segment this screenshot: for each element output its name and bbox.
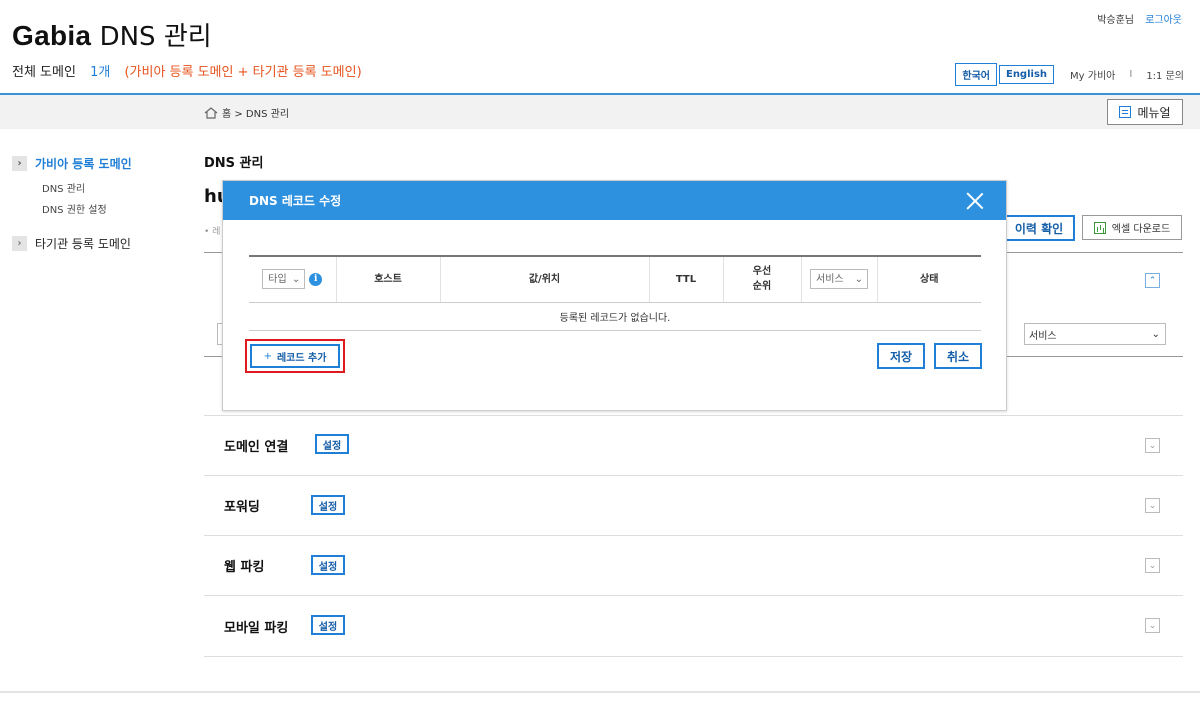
site-logo[interactable]: Gabia DNS 관리 xyxy=(12,16,212,53)
logout-link[interactable]: 로그아웃 xyxy=(1145,15,1182,26)
chevron-down-icon: ⌄ xyxy=(291,273,301,285)
chevron-down-icon[interactable]: ⌄ xyxy=(1145,498,1160,513)
manual-label: 메뉴얼 xyxy=(1137,105,1171,120)
service-select[interactable]: 서비스 ⌄ xyxy=(1024,323,1166,345)
my-gabia-link[interactable]: My 가비아 xyxy=(1070,67,1115,82)
section-mobile-parking-title: 모바일 파킹 xyxy=(224,621,289,636)
excel-download-button[interactable]: 엑셀 다운로드 xyxy=(1082,215,1182,240)
service-filter-select[interactable]: 서비스 ⌄ xyxy=(810,269,868,290)
lang-korean-button[interactable]: 한국어 xyxy=(955,63,997,86)
priority-label-line2: 순위 xyxy=(752,281,772,293)
inquiry-link[interactable]: 1:1 문의 xyxy=(1146,67,1184,82)
cancel-button[interactable]: 취소 xyxy=(934,343,982,369)
link-separator: I xyxy=(1129,69,1133,80)
column-priority: 우선 순위 xyxy=(723,256,802,303)
chevron-down-icon[interactable]: ⌄ xyxy=(1145,558,1160,573)
divider xyxy=(204,656,1183,657)
chart-icon xyxy=(1093,221,1106,234)
type-select-value: 타입 xyxy=(268,273,287,285)
footer-divider xyxy=(0,691,1200,693)
mobile-parking-settings-button[interactable]: 설정 xyxy=(311,615,345,635)
page-title: DNS 관리 xyxy=(204,156,264,171)
domain-summary: 전체 도메인 1개 (가비아 등록 도메인 + 타기관 등록 도메인) xyxy=(12,61,362,80)
manual-button[interactable]: 메뉴얼 xyxy=(1107,99,1183,125)
info-icon[interactable]: i xyxy=(309,272,323,286)
column-service: 서비스 ⌄ xyxy=(801,256,878,303)
divider xyxy=(204,535,1183,536)
history-button[interactable]: 이력 확인 xyxy=(1003,215,1075,241)
type-select[interactable]: 타입 ⌄ xyxy=(262,269,306,290)
sidebar-item-gabia-domains[interactable]: › 가비아 등록 도메인 xyxy=(12,155,132,172)
sidebar-subitem-dns-permission[interactable]: DNS 권한 설정 xyxy=(42,201,107,216)
domain-count[interactable]: 1개 xyxy=(90,65,110,80)
divider xyxy=(204,595,1183,596)
service-select-value: 서비스 xyxy=(1029,330,1057,342)
column-status: 상태 xyxy=(877,256,981,303)
sidebar-item-other-domains[interactable]: › 타기관 등록 도메인 xyxy=(12,235,131,252)
chevron-right-icon: › xyxy=(12,236,27,251)
chevron-down-icon: ⌄ xyxy=(1151,328,1160,340)
breadcrumb: 홈 > DNS 관리 xyxy=(204,105,289,120)
table-header-row: 타입 ⌄ i 호스트 값/위치 TTL 우선 순위 서비스 ⌄ 상태 xyxy=(249,256,981,303)
document-icon xyxy=(1119,106,1132,118)
save-button[interactable]: 저장 xyxy=(877,343,925,369)
sidebar-subitem-dns-manage[interactable]: DNS 관리 xyxy=(42,180,85,195)
top-links: 한국어 English My 가비아 I 1:1 문의 xyxy=(955,63,1184,86)
add-record-button[interactable]: + 레코드 추가 xyxy=(250,344,340,368)
modal-header: DNS 레코드 수정 xyxy=(223,181,1006,220)
plus-icon: + xyxy=(263,350,272,362)
chevron-down-icon[interactable]: ⌄ xyxy=(1145,438,1160,453)
user-name: 박승훈님 xyxy=(1097,15,1134,26)
logo-brand: Gabia xyxy=(12,20,92,51)
column-host: 호스트 xyxy=(336,256,441,303)
record-note: • 레 xyxy=(204,227,221,237)
sidebar-item-label: 가비아 등록 도메인 xyxy=(35,157,132,171)
column-type: 타입 ⌄ i xyxy=(249,256,337,303)
chevron-down-icon[interactable]: ⌄ xyxy=(1145,618,1160,633)
home-icon[interactable] xyxy=(204,106,218,119)
record-table: 타입 ⌄ i 호스트 값/위치 TTL 우선 순위 서비스 ⌄ 상태 등록된 레… xyxy=(249,255,981,331)
section-domain-connect-title: 도메인 연결 xyxy=(224,440,289,455)
service-filter-value: 서비스 xyxy=(816,273,844,285)
table-row: 등록된 레코드가 없습니다. xyxy=(249,302,981,331)
excel-download-label: 엑셀 다운로드 xyxy=(1111,224,1171,235)
sidebar-item-label: 타기관 등록 도메인 xyxy=(35,237,131,251)
chevron-right-icon: › xyxy=(12,156,27,171)
add-record-highlight: + 레코드 추가 xyxy=(245,339,345,373)
nav-band: 홈 > DNS 관리 메뉴얼 xyxy=(0,93,1200,129)
divider xyxy=(204,415,1183,416)
column-value: 값/위치 xyxy=(440,256,650,303)
chevron-up-icon[interactable]: ⌃ xyxy=(1145,273,1160,288)
chevron-down-icon: ⌄ xyxy=(854,273,863,285)
summary-label: 전체 도메인 xyxy=(12,65,76,80)
close-icon[interactable] xyxy=(966,192,984,210)
section-forwarding-title: 포워딩 xyxy=(224,500,260,515)
lang-english-button[interactable]: English xyxy=(998,65,1055,84)
dns-record-edit-modal: DNS 레코드 수정 타입 ⌄ i 호스트 값/위치 TTL 우선 순위 서비스… xyxy=(222,180,1007,411)
section-web-parking-title: 웹 파킹 xyxy=(224,560,265,575)
modal-title: DNS 레코드 수정 xyxy=(249,194,342,208)
user-area: 박승훈님 로그아웃 xyxy=(1097,11,1182,26)
column-ttl: TTL xyxy=(649,256,724,303)
add-record-label: 레코드 추가 xyxy=(276,352,327,364)
priority-label-line1: 우선 xyxy=(752,266,772,278)
forwarding-settings-button[interactable]: 설정 xyxy=(311,495,345,515)
empty-message: 등록된 레코드가 없습니다. xyxy=(249,302,981,331)
domain-connect-settings-button[interactable]: 설정 xyxy=(315,434,349,454)
web-parking-settings-button[interactable]: 설정 xyxy=(311,555,345,575)
domain-kinds: (가비아 등록 도메인 + 타기관 등록 도메인) xyxy=(124,65,362,80)
logo-title: DNS 관리 xyxy=(99,22,212,52)
breadcrumb-text[interactable]: 홈 > DNS 관리 xyxy=(222,105,289,120)
divider xyxy=(204,475,1183,476)
